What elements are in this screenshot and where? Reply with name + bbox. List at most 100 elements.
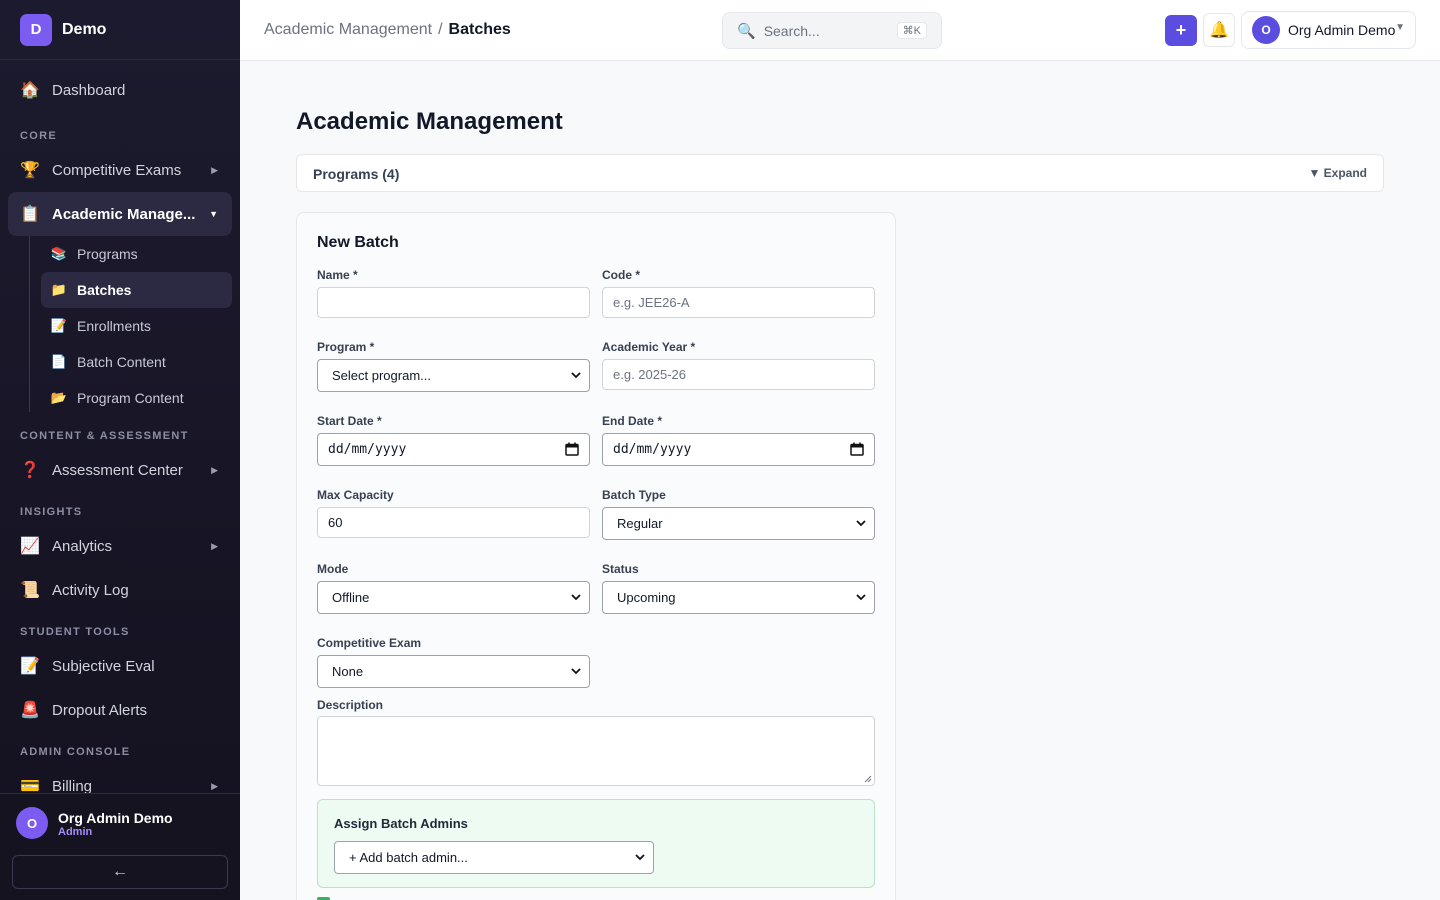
breadcrumb-parent[interactable]: Academic Management	[264, 21, 432, 39]
chevron-right-icon: ▶	[211, 464, 218, 475]
sidebar-item-label: Dropout Alerts	[52, 701, 148, 719]
add-batch-admin-select[interactable]: + Add batch admin...	[334, 841, 654, 874]
status-label: Status	[602, 562, 639, 576]
user-menu-button[interactable]: O Org Admin Demo ▼	[1241, 11, 1416, 49]
program-label: Program *	[317, 340, 375, 354]
batch-admins-title: Assign Batch Admins	[334, 816, 468, 831]
programs-panel[interactable]: Programs (4) ▼ Expand	[296, 154, 1384, 192]
sidebar-item-label: Dashboard	[52, 81, 126, 99]
start-date-field-group: Start Date * dd/mm/yyyy	[317, 414, 590, 466]
code-field[interactable]: e.g. JEE26-A	[602, 287, 875, 318]
clipboard-icon: 📋	[20, 206, 40, 223]
notifications-button[interactable]: 🔔	[1203, 13, 1235, 47]
program-select[interactable]: Select program...	[317, 359, 590, 392]
academic-year-field-group: Academic Year * e.g. 2025-26	[602, 340, 875, 390]
sidebar-subitem-programs[interactable]: 📚 Programs	[41, 236, 232, 272]
sidebar-item-label: Assessment Center	[52, 461, 183, 479]
folder-icon: 📁	[50, 282, 68, 297]
avatar[interactable]: O	[16, 807, 48, 839]
sidebar-item-dropout-alerts[interactable]: 🚨 Dropout Alerts	[8, 688, 232, 732]
chevron-down-icon	[856, 520, 866, 527]
collapse-sidebar-button[interactable]: ←	[12, 855, 228, 889]
expand-button[interactable]: ▼ Expand	[1308, 166, 1367, 180]
name-field-group: Name *	[317, 268, 590, 318]
mode-value: Offline	[332, 590, 370, 605]
sidebar-user: O Org Admin Demo Admin ←	[0, 793, 240, 900]
new-batch-form: New Batch Name * Code * e.g. JEE26-A Pro…	[296, 212, 896, 900]
chevron-down-icon: ▼	[209, 209, 218, 219]
start-date-field[interactable]: dd/mm/yyyy	[317, 433, 590, 466]
sidebar-item-analytics[interactable]: 📈 Analytics ▶	[8, 524, 232, 568]
chevron-right-icon: ▶	[211, 780, 218, 791]
sidebar: D Demo 🏠 Dashboard CORE 🏆 Competitive Ex…	[0, 0, 240, 900]
user-name: Org Admin Demo	[58, 810, 173, 826]
calendar-icon[interactable]	[850, 442, 864, 456]
batch-type-select[interactable]: Regular	[602, 507, 875, 540]
brand-name: Demo	[62, 20, 107, 38]
sidebar-subitem-enrollments[interactable]: 📝 Enrollments	[41, 308, 232, 344]
status-select[interactable]: Upcoming	[602, 581, 875, 614]
end-date-field-group: End Date * dd/mm/yyyy	[602, 414, 875, 466]
form-title: New Batch	[317, 234, 399, 251]
competitive-exam-select[interactable]: None	[317, 655, 590, 688]
sidebar-subitem-batch-content[interactable]: 📄 Batch Content	[41, 344, 232, 380]
academic-year-field[interactable]: e.g. 2025-26	[602, 359, 875, 390]
description-label: Description	[317, 698, 384, 712]
max-capacity-field[interactable]: 60	[317, 507, 590, 538]
batch-type-value: Regular	[617, 516, 663, 531]
sidebar-subitem-label: Enrollments	[77, 318, 151, 334]
siren-icon: 🚨	[20, 702, 40, 719]
section-label-admin-console: ADMIN CONSOLE	[20, 746, 131, 758]
section-label-insights: INSIGHTS	[20, 506, 83, 518]
section-label-student-tools: STUDENT TOOLS	[20, 626, 130, 638]
sidebar-subitem-batches[interactable]: 📁 Batches	[41, 272, 232, 308]
program-field-group: Program * Select program...	[317, 340, 590, 392]
search-placeholder: Search...	[763, 22, 820, 39]
memo-icon: 📝	[20, 658, 40, 675]
house-icon: 🏠	[20, 82, 40, 99]
status-value: Upcoming	[617, 590, 676, 605]
add-button[interactable]: +	[1165, 15, 1197, 46]
search-icon: 🔍	[737, 22, 756, 40]
sidebar-item-dashboard[interactable]: 🏠 Dashboard	[8, 68, 232, 112]
search-shortcut: ⌘K	[896, 22, 927, 39]
search-input[interactable]: 🔍 Search... ⌘K	[722, 12, 942, 49]
user-name: Org Admin Demo	[1288, 22, 1396, 38]
brand[interactable]: D Demo	[0, 0, 240, 60]
chevron-down-icon: ▼	[1395, 22, 1405, 33]
description-textarea[interactable]	[317, 716, 875, 786]
mode-select[interactable]: Offline	[317, 581, 590, 614]
sidebar-item-activity-log[interactable]: 📜 Activity Log	[8, 568, 232, 612]
section-label-content: CONTENT & ASSESSMENT	[20, 430, 189, 442]
resize-handle-icon[interactable]	[864, 775, 872, 783]
scroll-icon: 📜	[20, 582, 40, 599]
memo-icon: 📝	[50, 318, 68, 333]
sidebar-subitem-label: Programs	[77, 246, 138, 262]
breadcrumb-current: Batches	[448, 21, 511, 38]
sidebar-item-label: Academic Manage...	[52, 205, 196, 223]
sidebar-item-label: Competitive Exams	[52, 161, 182, 179]
sidebar-subitem-program-content[interactable]: 📂 Program Content	[41, 380, 232, 416]
description-field-group: Description	[317, 698, 590, 717]
name-field[interactable]	[317, 287, 590, 318]
code-field-group: Code * e.g. JEE26-A	[602, 268, 875, 318]
end-date-label: End Date *	[602, 414, 663, 428]
competitive-exam-label: Competitive Exam	[317, 636, 422, 650]
name-label: Name *	[317, 268, 358, 282]
bell-icon: 🔔	[1209, 22, 1229, 39]
start-date-value: dd/mm/yyyy	[328, 442, 407, 457]
chevron-right-icon: ▶	[211, 164, 218, 175]
batch-type-label: Batch Type	[602, 488, 666, 502]
sidebar-item-label: Billing	[52, 777, 93, 795]
max-capacity-field-group: Max Capacity 60	[317, 488, 590, 538]
calendar-icon[interactable]	[565, 442, 579, 456]
program-select-value: Select program...	[332, 368, 431, 383]
breadcrumb-separator: /	[438, 21, 443, 38]
sidebar-item-academic-management[interactable]: 📋 Academic Manage... ▼	[8, 192, 232, 236]
sidebar-item-subjective-eval[interactable]: 📝 Subjective Eval	[8, 644, 232, 688]
sidebar-item-competitive-exams[interactable]: 🏆 Competitive Exams ▶	[8, 148, 232, 192]
sidebar-item-assessment-center[interactable]: ❓ Assessment Center ▶	[8, 448, 232, 492]
end-date-field[interactable]: dd/mm/yyyy	[602, 433, 875, 466]
competitive-exam-value: None	[332, 664, 364, 679]
avatar: O	[1252, 16, 1280, 44]
